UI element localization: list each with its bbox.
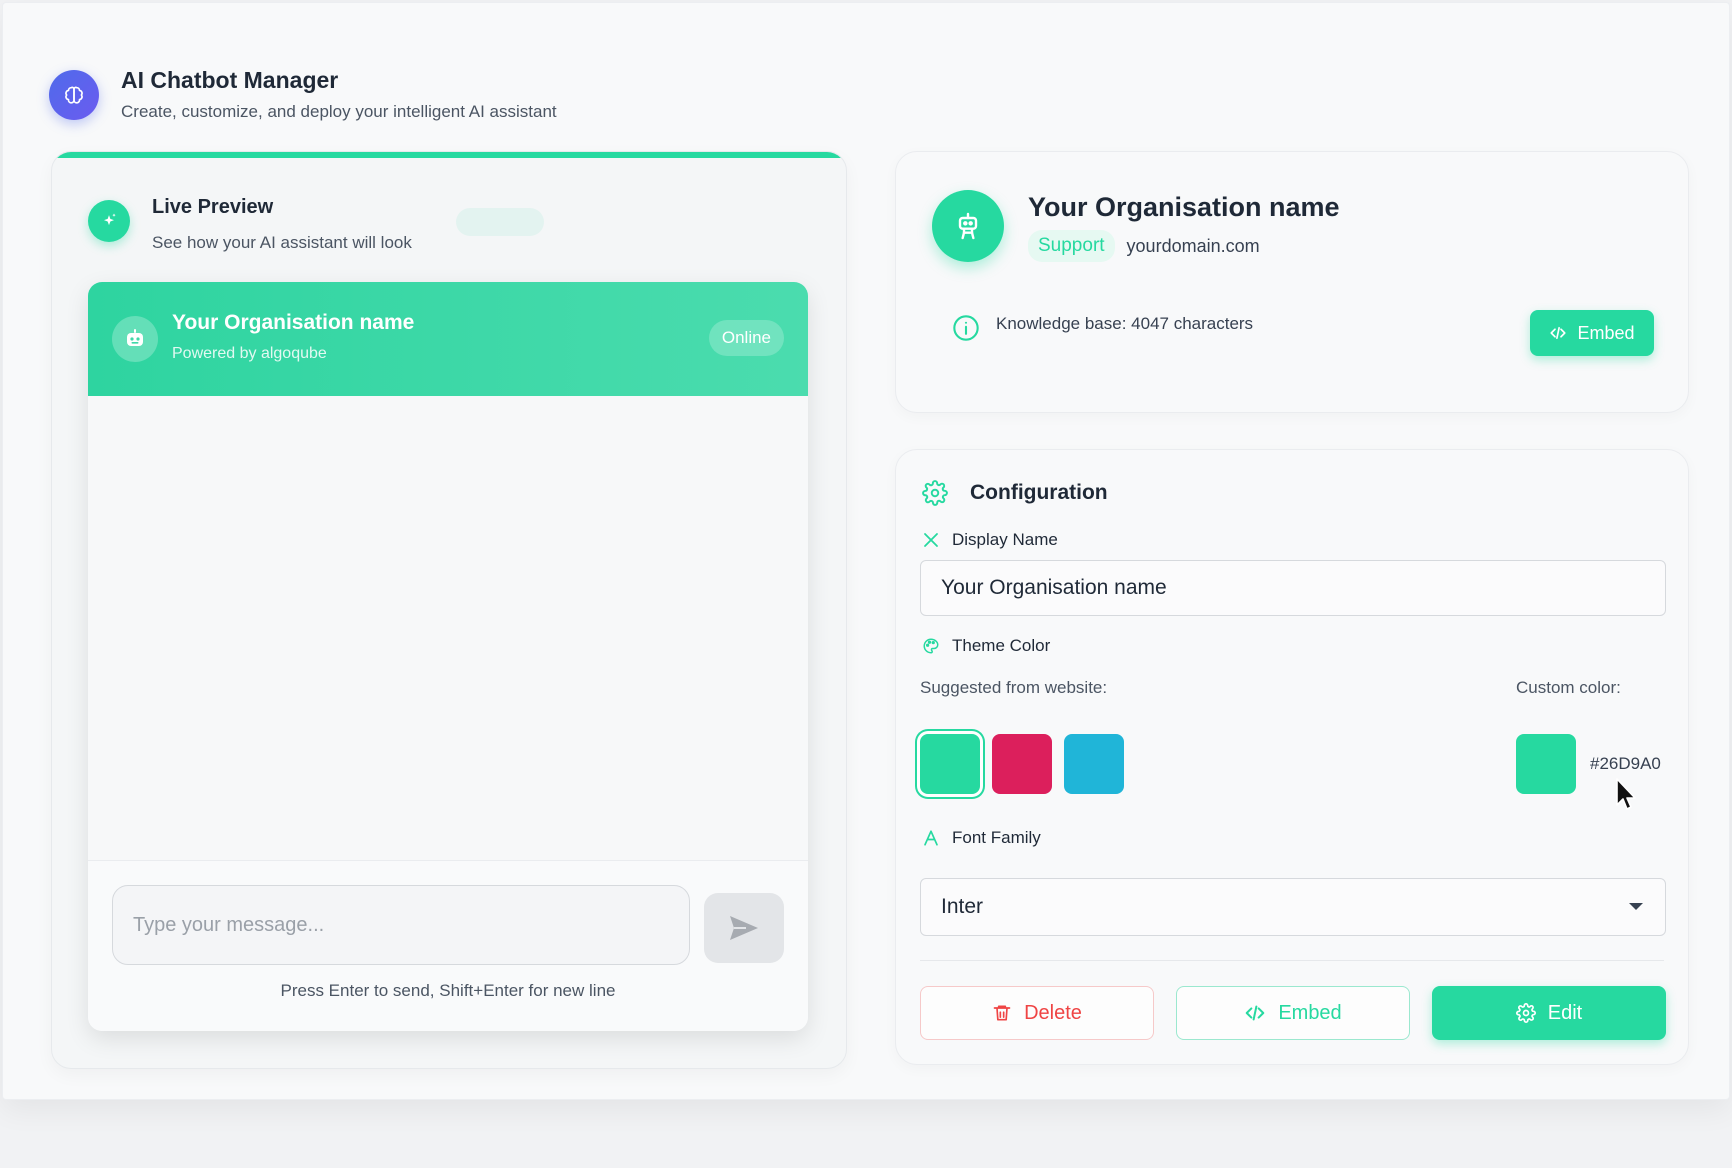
- status-badge: Online: [708, 320, 784, 356]
- chat-composer: Press Enter to send, Shift+Enter for new…: [88, 860, 808, 1031]
- chat-bot-name: Your Organisation name: [172, 311, 415, 334]
- color-swatch-red[interactable]: [992, 734, 1052, 794]
- chat-messages-area: [88, 396, 808, 860]
- custom-color-hex: #26D9A0: [1590, 754, 1661, 773]
- font-family-label: Font Family: [922, 828, 1041, 848]
- palette-icon: [923, 638, 939, 654]
- send-icon: [730, 916, 758, 940]
- chevron-down-icon: [1629, 903, 1643, 910]
- organisation-name: Your Organisation name: [1028, 192, 1340, 222]
- info-icon: [953, 315, 979, 341]
- category-badge: Support: [1028, 230, 1115, 262]
- composer-hint: Press Enter to send, Shift+Enter for new…: [280, 981, 616, 1000]
- configuration-title: Configuration: [970, 481, 1108, 504]
- divider: [920, 960, 1664, 961]
- embed-label: Embed: [1577, 322, 1635, 343]
- page-header: AI Chatbot Manager Create, customize, an…: [49, 67, 557, 122]
- color-swatch-blue[interactable]: [1064, 734, 1124, 794]
- chat-powered-by: Powered by algoqube: [172, 345, 327, 362]
- custom-color-picker[interactable]: [1516, 734, 1576, 794]
- embed-button-header[interactable]: Embed: [1530, 310, 1654, 356]
- code-icon: [1550, 326, 1567, 340]
- organisation-domain: yourdomain.com: [1126, 235, 1260, 256]
- knowledge-base-info: Knowledge base: 4047 characters: [996, 314, 1254, 333]
- display-name-input[interactable]: [920, 560, 1666, 616]
- preview-subtitle: See how your AI assistant will look: [152, 233, 412, 252]
- organisation-card: Your Organisation name Support yourdomai…: [895, 151, 1689, 413]
- custom-color-label: Custom color:: [1516, 678, 1621, 697]
- trash-icon: [993, 1005, 1011, 1021]
- font-icon: [924, 830, 938, 846]
- live-preview-panel: Live Preview See how your AI assistant w…: [51, 151, 847, 1069]
- delete-button[interactable]: Delete: [920, 986, 1154, 1040]
- message-input[interactable]: [112, 885, 690, 965]
- app-window: AI Chatbot Manager Create, customize, an…: [2, 2, 1730, 1100]
- code-icon: [1246, 1005, 1265, 1021]
- preview-title: Live Preview: [152, 196, 274, 218]
- page-title: AI Chatbot Manager: [121, 67, 339, 93]
- mouse-cursor-icon: [1616, 778, 1636, 810]
- gear-icon: [922, 480, 948, 506]
- display-name-label: Display Name: [922, 530, 1058, 550]
- page-subtitle: Create, customize, and deploy your intel…: [121, 102, 557, 121]
- send-button[interactable]: [704, 893, 784, 963]
- embed-button[interactable]: Embed: [1176, 986, 1410, 1040]
- faded-badge: [456, 208, 544, 236]
- sparkles-icon: [88, 200, 130, 242]
- font-family-value: Inter: [941, 895, 984, 918]
- brain-icon: [49, 69, 99, 120]
- configuration-card: Configuration Display Name Theme Color S…: [895, 449, 1689, 1065]
- color-swatch-green[interactable]: [920, 734, 980, 794]
- gear-icon: [1515, 1003, 1536, 1023]
- chat-widget-preview: Your Organisation name Powered by algoqu…: [88, 282, 808, 1031]
- chat-header: Your Organisation name Powered by algoqu…: [88, 282, 808, 396]
- font-family-select[interactable]: Inter: [920, 878, 1666, 936]
- edit-button[interactable]: Edit: [1432, 986, 1666, 1040]
- type-icon: [924, 533, 938, 547]
- robot-icon: [112, 316, 158, 362]
- accent-bar: [52, 152, 846, 158]
- robot-icon: [932, 190, 1004, 262]
- suggested-colors-label: Suggested from website:: [920, 678, 1108, 697]
- theme-color-label: Theme Color: [922, 636, 1050, 656]
